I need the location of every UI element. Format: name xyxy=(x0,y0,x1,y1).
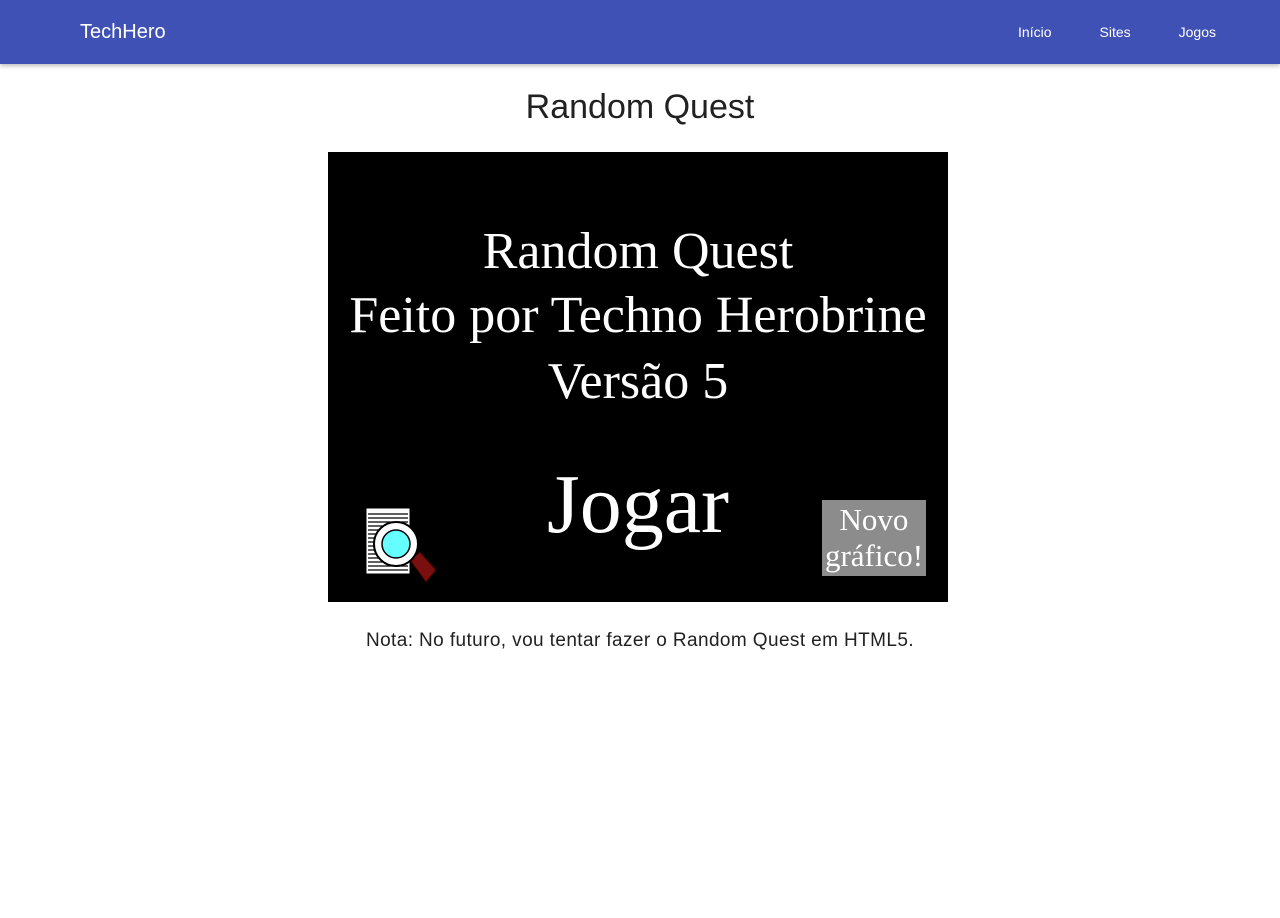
new-graphics-button[interactable]: Novo gráfico! xyxy=(822,500,926,576)
top-navbar: TechHero Início Sites Jogos xyxy=(0,0,1280,64)
nav-link-inicio[interactable]: Início xyxy=(994,0,1075,64)
page-title: Random Quest xyxy=(525,88,755,126)
game-author-text: Feito por Techno Herobrine xyxy=(349,287,927,344)
nav-link-jogos[interactable]: Jogos xyxy=(1155,0,1240,64)
note-text: Nota: No futuro, vou tentar fazer o Rand… xyxy=(365,630,915,651)
new-graphics-line2: gráfico! xyxy=(824,538,924,573)
brand-logo[interactable]: TechHero xyxy=(80,0,166,64)
play-button[interactable]: Jogar xyxy=(538,457,738,553)
game-title-text: Random Quest xyxy=(482,223,794,280)
nav-link-sites[interactable]: Sites xyxy=(1076,0,1155,64)
nav-links: Início Sites Jogos xyxy=(994,0,1240,64)
document-magnifier-icon[interactable] xyxy=(364,506,438,588)
game-canvas[interactable]: Random Quest Feito por Techno Herobrine … xyxy=(328,152,948,602)
new-graphics-line1: Novo xyxy=(839,502,909,537)
game-version-text: Versão 5 xyxy=(547,353,729,410)
